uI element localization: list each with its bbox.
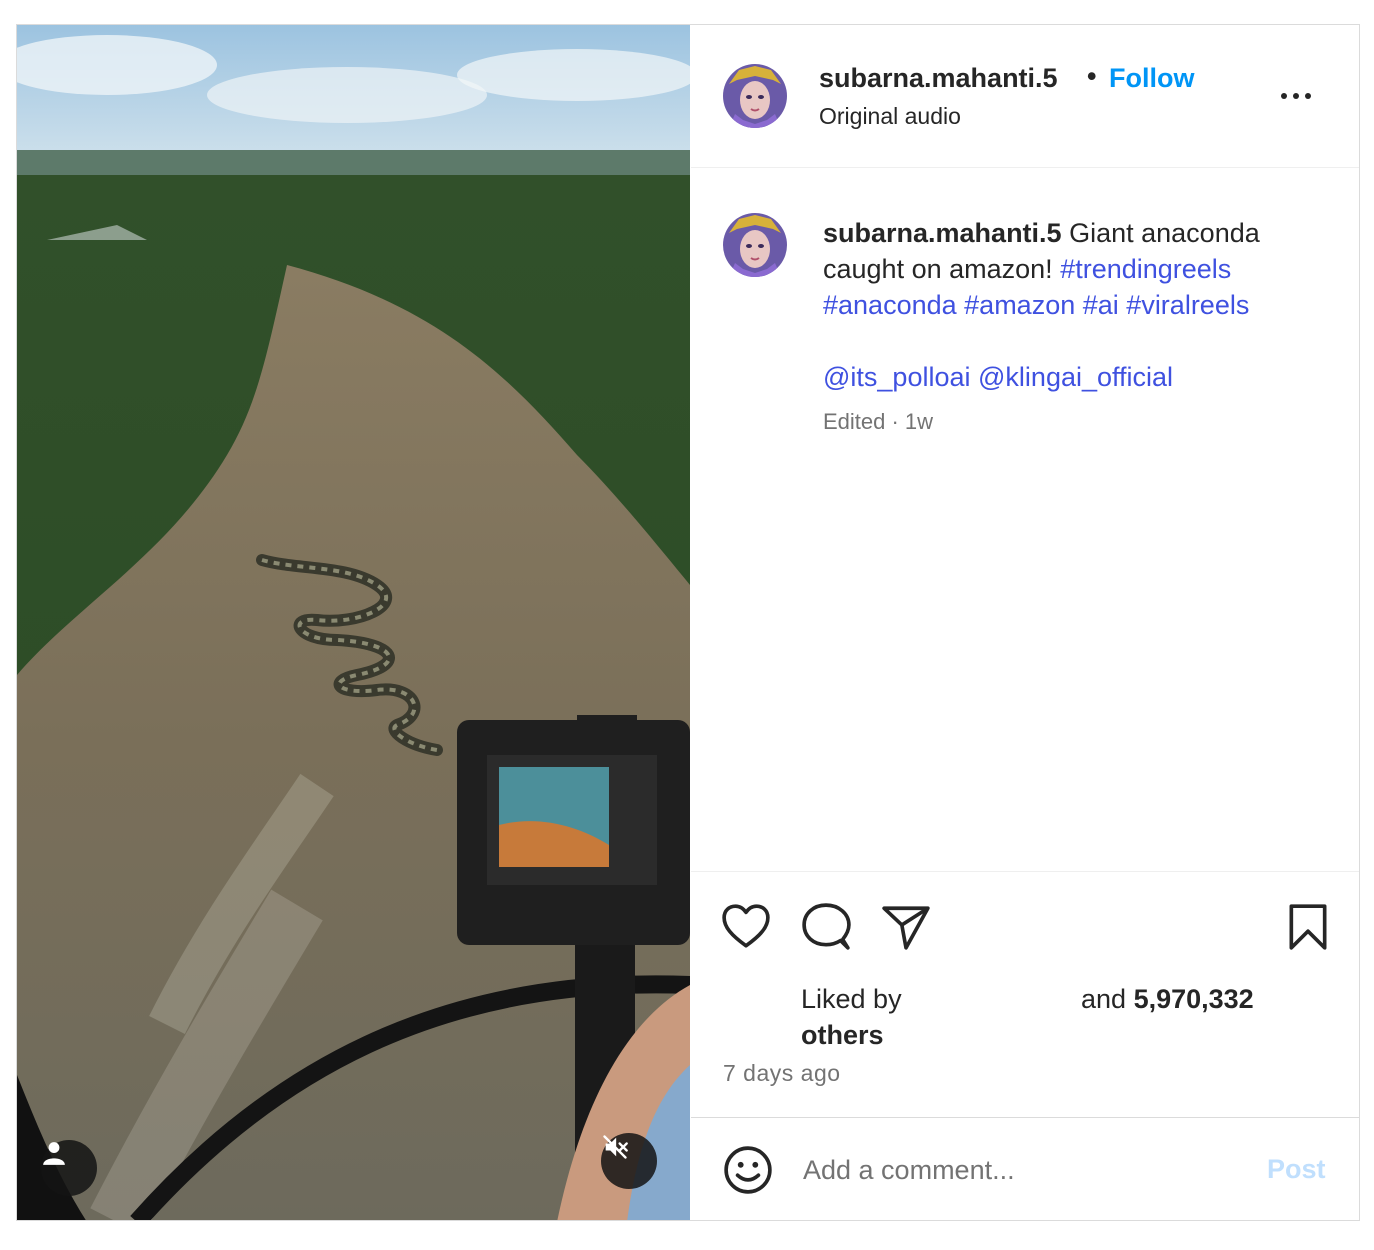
post-comment-button[interactable]: Post — [1267, 1154, 1326, 1185]
author-username[interactable]: subarna.mahanti.5 — [819, 63, 1058, 94]
user-icon — [43, 1142, 65, 1165]
comment-bubble-icon[interactable] — [801, 902, 851, 952]
separator-dot: • — [1087, 61, 1097, 91]
post-caption: subarna.mahanti.5 Giant anaconda caught … — [823, 215, 1323, 395]
follow-button[interactable]: Follow — [1109, 63, 1194, 94]
bookmark-icon[interactable] — [1283, 902, 1333, 952]
tagged-users-button[interactable] — [41, 1140, 97, 1196]
smiley-icon[interactable] — [723, 1145, 773, 1195]
avatar-image — [723, 64, 787, 128]
post-actions: Liked by and 5,970,332 others 7 days ago — [691, 871, 1359, 1122]
likes-and: and — [1081, 984, 1127, 1014]
mention-link[interactable]: @klingai_official — [978, 362, 1173, 392]
likes-others[interactable]: others — [801, 1020, 884, 1051]
post-side-panel: subarna.mahanti.5 • Follow Original audi… — [691, 25, 1359, 1220]
heart-icon[interactable] — [721, 902, 771, 952]
comment-bar: Post — [691, 1117, 1359, 1220]
paper-plane-icon[interactable] — [881, 902, 931, 952]
mute-toggle-button[interactable] — [601, 1133, 657, 1189]
hashtag-link[interactable]: #viralreels — [1126, 290, 1249, 320]
likes-count[interactable]: 5,970,332 — [1134, 984, 1254, 1014]
likes-prefix: Liked by — [801, 984, 902, 1014]
hashtag-link[interactable]: #anaconda — [823, 290, 957, 320]
mention-link[interactable]: @its_polloai — [823, 362, 971, 392]
caption-meta: Edited · 1w — [823, 409, 934, 434]
post-timestamp[interactable]: 7 days ago — [723, 1060, 841, 1087]
post-card: subarna.mahanti.5 • Follow Original audi… — [16, 24, 1360, 1221]
more-options-icon[interactable] — [1281, 85, 1321, 107]
reel-video[interactable] — [17, 25, 690, 1220]
likes-count-line[interactable]: and 5,970,332 — [1081, 984, 1254, 1015]
hashtag-link[interactable]: #ai — [1083, 290, 1119, 320]
video-frame-illustration — [17, 25, 690, 1220]
hashtag-link[interactable]: #trendingreels — [1060, 254, 1231, 284]
caption-author-avatar[interactable] — [723, 213, 787, 277]
avatar-image — [723, 213, 787, 277]
comment-input[interactable] — [801, 1146, 1245, 1194]
author-avatar[interactable] — [723, 64, 787, 128]
speaker-muted-icon — [603, 1135, 628, 1159]
hashtag-link[interactable]: #amazon — [964, 290, 1075, 320]
caption-username[interactable]: subarna.mahanti.5 — [823, 218, 1062, 248]
post-header: subarna.mahanti.5 • Follow Original audi… — [691, 25, 1359, 168]
audio-label[interactable]: Original audio — [819, 103, 961, 130]
